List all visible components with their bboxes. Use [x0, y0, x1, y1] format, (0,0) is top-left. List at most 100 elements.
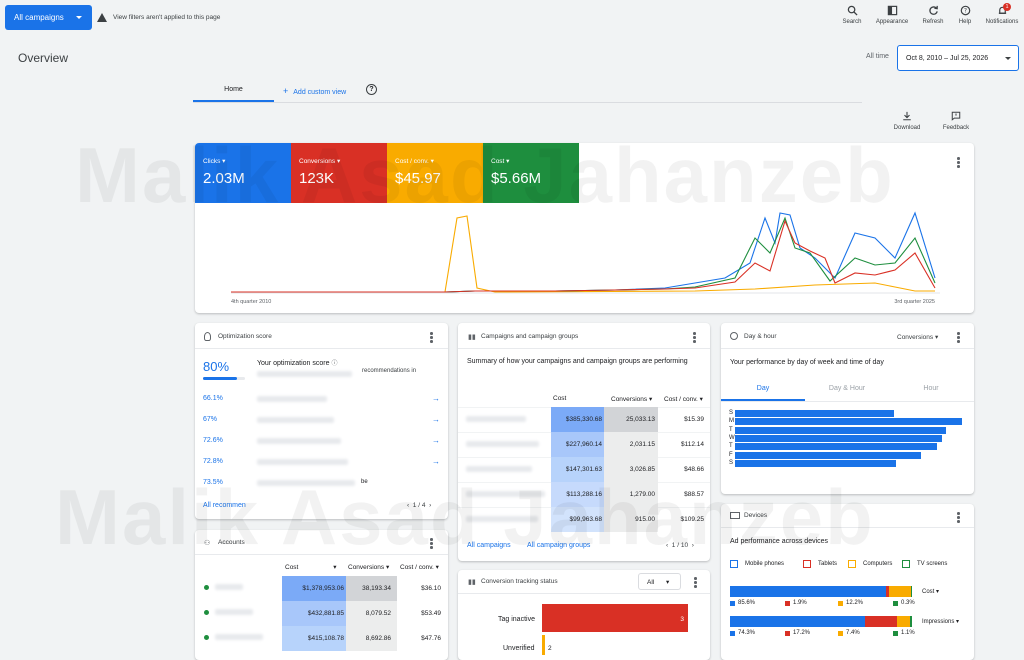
chevron-down-icon	[1005, 57, 1011, 60]
divider	[195, 348, 448, 349]
col-cost[interactable]: Cost ▾	[285, 563, 336, 571]
help-button[interactable]: ? Help	[948, 5, 982, 25]
recommendation-uplift: 72.8%	[203, 458, 223, 465]
search-button[interactable]: Search	[835, 5, 869, 25]
optimization-score-value: 80%	[203, 359, 230, 374]
arrow-right-icon[interactable]: →	[432, 415, 440, 424]
value-swatch	[838, 601, 843, 606]
device-share-bar[interactable]	[911, 586, 913, 597]
col-cost-per-conv[interactable]: Cost / conv. ▾	[664, 395, 703, 403]
arrow-right-icon[interactable]: →	[432, 457, 440, 466]
optimization-heading: Your optimization score ⓘ	[257, 358, 337, 367]
tag-inactive-bar[interactable]: 3	[542, 604, 688, 632]
day-bar[interactable]	[735, 451, 922, 459]
col-cost-per-conv[interactable]: Cost / conv. ▾	[400, 563, 439, 571]
day-bar[interactable]	[735, 426, 947, 434]
appearance-label: Appearance	[875, 19, 909, 25]
svg-text:?: ?	[963, 8, 966, 15]
add-custom-view-link[interactable]: + Add custom view	[283, 86, 346, 96]
bar-chart-icon: ▮▮	[468, 579, 476, 586]
table-cell: $36.10	[421, 585, 441, 592]
tab-home[interactable]: Home	[193, 86, 274, 93]
help-circle-icon[interactable]: ?	[366, 84, 377, 95]
arrow-right-icon[interactable]: →	[432, 394, 440, 403]
date-range-picker[interactable]: Oct 8, 2010 – Jul 25, 2026	[897, 45, 1019, 71]
device-value: 0.3%	[901, 600, 915, 606]
watermark-text: Malik Asad Jahanzeb	[55, 473, 875, 561]
score-progress-fill	[203, 377, 237, 380]
day-bar[interactable]	[735, 459, 897, 467]
value-swatch	[730, 601, 735, 606]
more-options-icon[interactable]	[957, 332, 960, 344]
more-options-icon[interactable]	[693, 332, 696, 344]
divider	[721, 348, 974, 349]
refresh-button[interactable]: Refresh	[916, 5, 950, 25]
day-bar[interactable]	[735, 410, 894, 417]
value-swatch	[730, 631, 735, 636]
device-value: 85.6%	[738, 600, 756, 606]
series-line-cost	[231, 216, 936, 293]
day-bar[interactable]	[735, 434, 942, 442]
status-filter-dropdown[interactable]: All ▾	[638, 573, 681, 590]
day-label: S	[729, 459, 734, 466]
more-options-icon[interactable]	[694, 577, 697, 589]
value-swatch	[893, 631, 898, 636]
metric-dropdown[interactable]: Impressions ▾	[922, 618, 959, 625]
day-bar[interactable]	[735, 418, 962, 426]
more-options-icon[interactable]	[957, 157, 960, 169]
notifications-label: Notifications	[985, 19, 1019, 25]
campaign-selector-button[interactable]: All campaigns	[5, 5, 92, 30]
search-icon	[847, 5, 858, 16]
refresh-label: Refresh	[922, 19, 944, 25]
bar-chart-icon: ▮▮	[468, 334, 476, 341]
unverified-bar[interactable]	[542, 635, 545, 655]
day-label: T	[729, 426, 733, 433]
day-bar[interactable]	[735, 443, 938, 451]
day-label: S	[729, 410, 734, 416]
redacted-name	[466, 441, 539, 447]
search-label: Search	[842, 19, 862, 25]
device-share-bar[interactable]	[730, 586, 886, 597]
arrow-right-icon[interactable]: →	[432, 436, 440, 445]
warning-icon	[97, 13, 107, 22]
lightbulb-icon	[204, 332, 211, 341]
redacted-text	[257, 459, 348, 465]
device-share-bar[interactable]	[865, 616, 897, 627]
recommendation-uplift: 67%	[203, 416, 218, 423]
campaigns-description: Summary of how your campaigns and campai…	[467, 358, 688, 365]
metric-dropdown[interactable]: Cost ▾	[922, 588, 939, 595]
tab-day-hour[interactable]: Day & Hour	[805, 385, 889, 392]
col-conversions[interactable]: Conversions ▾	[611, 395, 652, 403]
value-swatch	[893, 601, 898, 606]
redacted-text	[257, 396, 327, 402]
metric-dropdown[interactable]: Conversions ▾	[897, 333, 938, 341]
redacted-text	[257, 417, 334, 423]
feedback-label: Feedback	[942, 125, 970, 131]
table-cell: $227,960.14	[565, 441, 602, 448]
divider	[721, 401, 974, 402]
card-title: Conversion tracking status	[481, 578, 558, 585]
table-cell: $15.39	[684, 416, 704, 423]
notifications-button[interactable]: Notifications	[981, 5, 1023, 25]
download-button[interactable]: Download	[890, 111, 924, 131]
device-share-bar[interactable]	[896, 616, 910, 627]
device-share-bar[interactable]	[889, 586, 912, 597]
legend-swatch	[902, 560, 910, 568]
more-options-icon[interactable]	[430, 332, 433, 344]
device-share-bar[interactable]	[909, 616, 912, 627]
x-axis-start-label: 4th quarter 2010	[231, 299, 271, 305]
recommendation-uplift: 72.6%	[203, 437, 223, 444]
device-share-bar[interactable]	[730, 616, 866, 627]
appearance-button[interactable]: Appearance	[871, 5, 913, 25]
value-swatch	[838, 631, 843, 636]
redacted-name	[215, 634, 263, 640]
tab-hour[interactable]: Hour	[889, 385, 973, 392]
day-hour-description: Your performance by day of week and time…	[730, 359, 884, 366]
feedback-button[interactable]: Feedback	[939, 111, 973, 131]
more-options-icon[interactable]	[957, 512, 960, 524]
col-cost[interactable]: Cost	[553, 395, 566, 402]
table-cell: $415,108.78	[307, 635, 344, 642]
tab-day[interactable]: Day	[721, 385, 805, 392]
col-conversions[interactable]: Conversions ▾	[348, 563, 389, 571]
col-label: Cost / conv.	[400, 564, 434, 571]
